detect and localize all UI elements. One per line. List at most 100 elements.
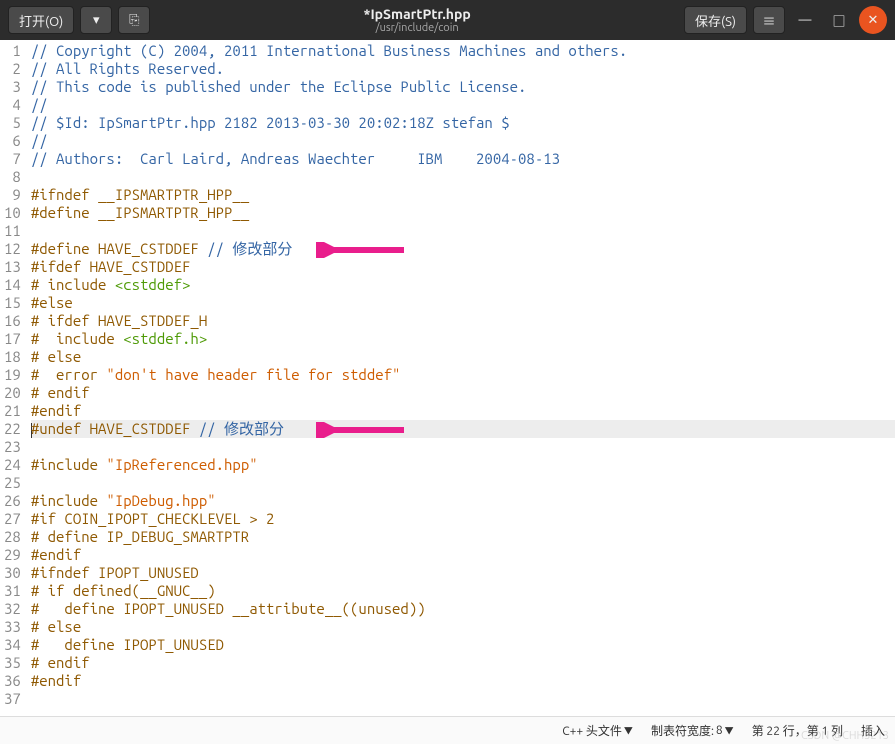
code-token: # include [31,330,123,347]
language-selector[interactable]: C++ 头文件 ▼ [562,722,633,739]
code-content[interactable]: // Copyright (C) 2004, 2011 Internationa… [27,40,895,716]
line-number: 2 [4,60,21,78]
code-line[interactable]: # include <stddef.h> [31,330,895,348]
code-line[interactable]: // This code is published under the Ecli… [31,78,895,96]
code-line[interactable]: # else [31,348,895,366]
code-line[interactable] [31,168,895,186]
annotation-arrow [316,422,406,438]
line-number: 29 [4,546,21,564]
open-button[interactable]: 打开(O) [8,6,74,34]
code-token: #include [31,456,107,473]
code-line[interactable]: # endif [31,654,895,672]
code-line[interactable]: #undef HAVE_CSTDDEF // 修改部分 [31,420,895,438]
line-number: 13 [4,258,21,276]
line-number: 36 [4,672,21,690]
chevron-down-icon: ▾ [93,13,100,28]
statusbar: C++ 头文件 ▼ 制表符宽度: 8 ▼ 第 22 行，第 1 列 插入 CSD… [0,716,895,744]
code-line[interactable]: # define IPOPT_UNUSED __attribute__((unu… [31,600,895,618]
code-line[interactable]: #include "IpReferenced.hpp" [31,456,895,474]
code-token: # define IPOPT_UNUSED [31,636,224,653]
code-token: // 修改部分 [207,240,292,257]
line-number: 28 [4,528,21,546]
open-recent-dropdown[interactable]: ▾ [80,6,112,34]
chevron-down-icon: ▼ [725,724,734,737]
code-token: // Authors: Carl Laird, Andreas Waechter… [31,150,560,167]
code-line[interactable] [31,222,895,240]
line-number: 25 [4,474,21,492]
code-line[interactable]: # ifdef HAVE_STDDEF_H [31,312,895,330]
hamburger-icon: ≡ [762,11,775,30]
new-tab-button[interactable]: ⎘ [118,6,150,34]
line-number: 18 [4,348,21,366]
code-token: // All Rights Reserved. [31,60,224,77]
menu-button[interactable]: ≡ [753,6,785,34]
code-token: #endif [31,672,81,689]
code-token: #define __IPSMARTPTR_HPP__ [31,204,249,221]
line-number: 3 [4,78,21,96]
code-line[interactable]: # endif [31,384,895,402]
line-number: 24 [4,456,21,474]
line-number: 31 [4,582,21,600]
save-button[interactable]: 保存(S) [684,6,747,34]
code-token: # define IP_DEBUG_SMARTPTR [31,528,249,545]
code-line[interactable]: #ifdef HAVE_CSTDDEF [31,258,895,276]
code-line[interactable]: // $Id: IpSmartPtr.hpp 2182 2013-03-30 2… [31,114,895,132]
code-token: # ifdef HAVE_STDDEF_H [31,312,207,329]
code-line[interactable]: // Copyright (C) 2004, 2011 Internationa… [31,42,895,60]
code-token: // Copyright (C) 2004, 2011 Internationa… [31,42,627,59]
code-token: <cstddef> [115,276,191,293]
code-line[interactable]: #include "IpDebug.hpp" [31,492,895,510]
code-line[interactable] [31,690,895,708]
language-label: C++ 头文件 [562,722,622,739]
minimize-button[interactable]: — [791,6,819,34]
line-number: 34 [4,636,21,654]
code-line[interactable]: #else [31,294,895,312]
line-number: 16 [4,312,21,330]
code-token: #endif [31,402,81,419]
code-token: "IpReferenced.hpp" [106,456,257,473]
maximize-button[interactable]: □ [825,6,853,34]
code-line[interactable] [31,438,895,456]
editor-area[interactable]: 1234567891011121314151617181920212223242… [0,40,895,716]
code-line[interactable]: #endif [31,546,895,564]
titlebar: 打开(O) ▾ ⎘ *IpSmartPtr.hpp /usr/include/c… [0,0,895,40]
code-line[interactable]: #ifndef IPOPT_UNUSED [31,564,895,582]
code-line[interactable]: # define IP_DEBUG_SMARTPTR [31,528,895,546]
code-line[interactable]: # else [31,618,895,636]
close-button[interactable]: ✕ [859,6,887,34]
maximize-icon: □ [832,11,845,30]
code-line[interactable]: // Authors: Carl Laird, Andreas Waechter… [31,150,895,168]
code-token: #undef HAVE_CSTDDEF [31,420,199,437]
line-number: 1 [4,42,21,60]
line-number: 37 [4,690,21,708]
code-line[interactable]: // [31,132,895,150]
line-number: 35 [4,654,21,672]
code-line[interactable]: #endif [31,672,895,690]
code-token: "IpDebug.hpp" [106,492,215,509]
code-line[interactable]: # define IPOPT_UNUSED [31,636,895,654]
code-line[interactable]: # error "don't have header file for stdd… [31,366,895,384]
tabwidth-selector[interactable]: 制表符宽度: 8 ▼ [651,722,734,739]
code-line[interactable]: #ifndef __IPSMARTPTR_HPP__ [31,186,895,204]
code-line[interactable]: // All Rights Reserved. [31,60,895,78]
code-line[interactable]: # if defined(__GNUC__) [31,582,895,600]
code-token: #ifndef IPOPT_UNUSED [31,564,199,581]
code-token: #else [31,294,73,311]
code-line[interactable]: #define HAVE_CSTDDEF // 修改部分 [31,240,895,258]
code-line[interactable]: // [31,96,895,114]
close-icon: ✕ [868,13,879,28]
annotation-arrow [316,242,406,258]
code-token: // [31,132,48,149]
code-line[interactable]: #if COIN_IPOPT_CHECKLEVEL > 2 [31,510,895,528]
minimize-icon: — [799,13,812,27]
tabwidth-label: 制表符宽度: [651,722,714,739]
code-line[interactable]: #define __IPSMARTPTR_HPP__ [31,204,895,222]
code-token: #ifdef HAVE_CSTDDEF [31,258,191,275]
code-line[interactable]: # include <cstddef> [31,276,895,294]
code-token: # if defined(__GNUC__) [31,582,216,599]
line-number: 23 [4,438,21,456]
code-token: # define IPOPT_UNUSED __attribute__((unu… [31,600,426,617]
line-number: 14 [4,276,21,294]
code-line[interactable] [31,474,895,492]
code-line[interactable]: #endif [31,402,895,420]
